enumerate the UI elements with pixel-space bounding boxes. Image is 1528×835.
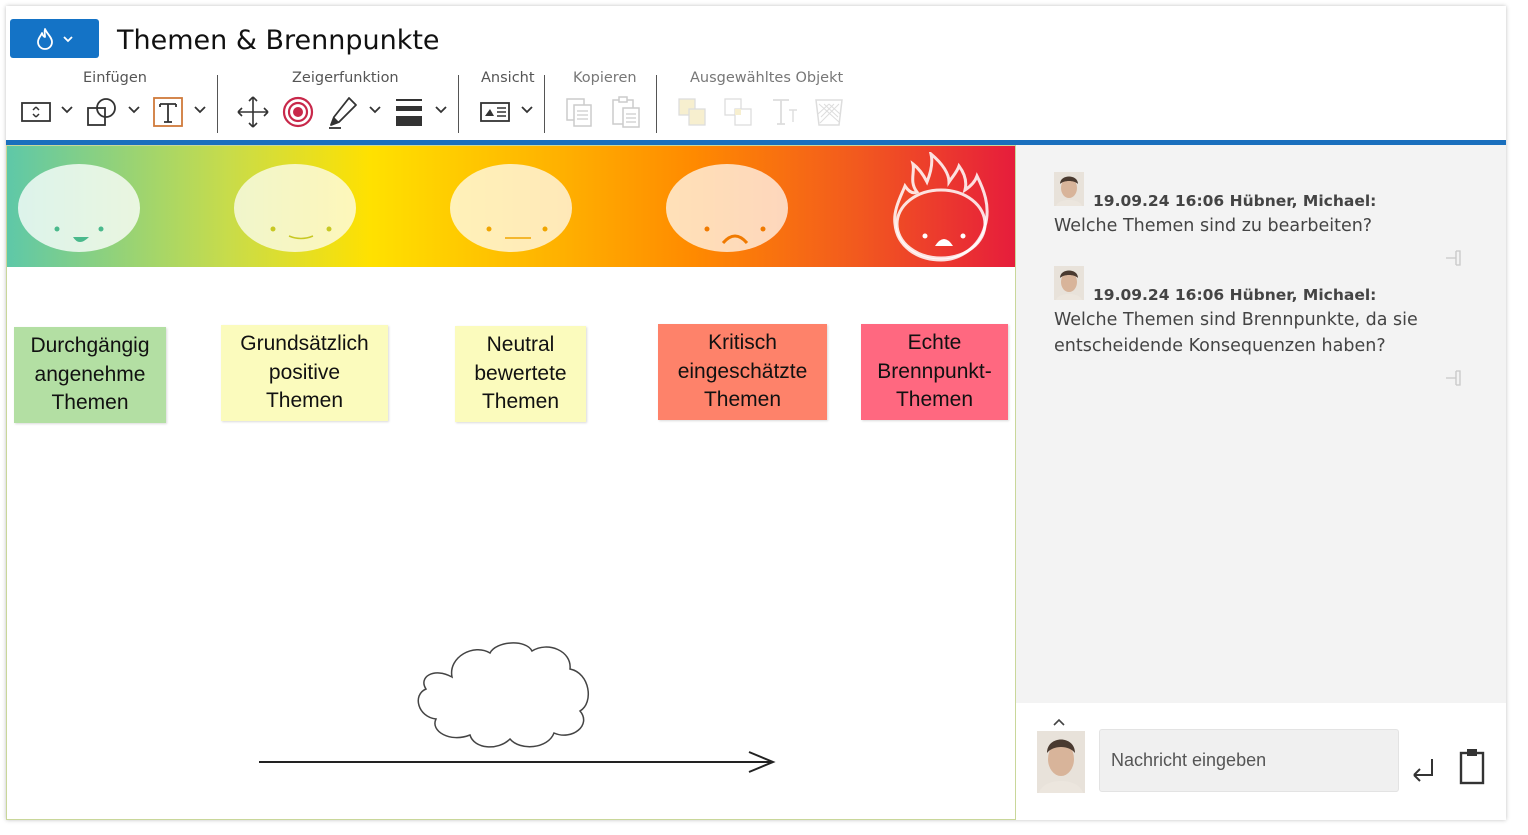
target-icon bbox=[282, 96, 314, 128]
sticky-note-orange[interactable]: Kritisch eingeschätzte Themen bbox=[658, 324, 827, 420]
chevron-down-icon[interactable] bbox=[193, 105, 207, 115]
send-back-icon bbox=[724, 98, 752, 126]
flame-icon bbox=[36, 27, 53, 50]
sticky-note-yellow[interactable]: Neutral bewertete Themen bbox=[455, 326, 586, 422]
ribbon-separator bbox=[458, 75, 459, 133]
happy-face-icon bbox=[18, 164, 140, 252]
group-label-copy: Kopieren bbox=[573, 70, 637, 86]
move-button[interactable] bbox=[235, 94, 271, 130]
chat-message-text: Welche Themen sind zu bearbeiten? bbox=[1054, 216, 1373, 236]
text-format-button[interactable] bbox=[767, 94, 801, 130]
content-face-icon bbox=[234, 164, 356, 252]
group-label-selected: Ausgewähltes Objekt bbox=[690, 70, 844, 86]
ribbon-separator bbox=[656, 75, 657, 133]
chat-message-meta: 19.09.24 16:06 Hübner, Michael: bbox=[1093, 286, 1377, 304]
bring-front-icon bbox=[678, 98, 706, 126]
line-weight-button[interactable] bbox=[392, 94, 426, 130]
laser-pointer-button[interactable] bbox=[281, 94, 315, 130]
avatar bbox=[1054, 266, 1084, 300]
chat-message-text: Welche Themen sind Brennpunkte, da sie e… bbox=[1054, 310, 1418, 356]
pen-icon bbox=[329, 97, 357, 129]
insert-frame-button[interactable] bbox=[18, 94, 54, 130]
copy-button[interactable] bbox=[562, 94, 596, 130]
chevron-up-icon[interactable] bbox=[1052, 717, 1066, 727]
chevron-down-icon[interactable] bbox=[368, 105, 382, 115]
sad-face-icon bbox=[666, 164, 788, 252]
chevron-down-icon bbox=[62, 35, 73, 42]
view-icon bbox=[480, 102, 510, 122]
chat-panel: 19.09.24 16:06 Hübner, Michael: Welche T… bbox=[1016, 145, 1506, 703]
text-button[interactable] bbox=[151, 94, 185, 130]
ribbon-separator bbox=[544, 75, 545, 133]
insert-frame-icon bbox=[21, 102, 51, 122]
shapes-button[interactable] bbox=[84, 94, 120, 130]
arrow-shape[interactable] bbox=[257, 750, 779, 774]
pin-icon[interactable] bbox=[1444, 368, 1464, 388]
text-icon bbox=[153, 97, 183, 127]
avatar bbox=[1054, 172, 1084, 206]
delete-button[interactable] bbox=[812, 94, 846, 130]
ribbon-separator bbox=[217, 75, 218, 133]
sticky-note-green[interactable]: Durchgängig angenehme Themen bbox=[14, 327, 166, 423]
chevron-down-icon[interactable] bbox=[60, 105, 74, 115]
message-input[interactable] bbox=[1099, 729, 1399, 792]
cloud-shape[interactable] bbox=[412, 639, 594, 751]
copy-icon bbox=[566, 98, 592, 127]
pin-icon[interactable] bbox=[1444, 248, 1464, 268]
group-label-insert: Einfügen bbox=[83, 70, 147, 86]
shapes-icon bbox=[87, 98, 116, 126]
chat-message-meta: 19.09.24 16:06 Hübner, Michael: bbox=[1093, 192, 1377, 210]
paste-button[interactable] bbox=[609, 94, 643, 130]
burning-face-icon bbox=[893, 152, 989, 262]
avatar bbox=[1037, 731, 1085, 793]
paste-icon bbox=[612, 96, 640, 128]
bring-to-front-button[interactable] bbox=[675, 94, 709, 130]
chevron-down-icon[interactable] bbox=[434, 105, 448, 115]
chevron-down-icon[interactable] bbox=[127, 105, 141, 115]
clipboard-icon[interactable] bbox=[1457, 747, 1487, 785]
page-title: Themen & Brennpunkte bbox=[117, 25, 440, 56]
whiteboard-app: Themen & Brennpunkte Einfügen Zeigerfunk… bbox=[6, 6, 1506, 820]
pen-button[interactable] bbox=[326, 94, 360, 130]
move-icon bbox=[237, 96, 269, 128]
app-menu-button[interactable] bbox=[10, 19, 99, 58]
view-button[interactable] bbox=[477, 94, 513, 130]
send-to-back-button[interactable] bbox=[721, 94, 755, 130]
line-weight-icon bbox=[396, 99, 422, 126]
group-label-pointer: Zeigerfunktion bbox=[292, 70, 399, 86]
text-format-icon bbox=[773, 99, 797, 125]
whiteboard-canvas[interactable]: Durchgängig angenehme Themen Grundsätzli… bbox=[6, 145, 1016, 820]
sticky-note-red[interactable]: Echte Brennpunkt- Themen bbox=[861, 324, 1008, 420]
group-label-view: Ansicht bbox=[481, 70, 535, 86]
neutral-face-icon bbox=[450, 164, 572, 252]
sticky-note-light-yellow[interactable]: Grundsätzlich positive Themen bbox=[221, 325, 388, 421]
chat-composer bbox=[1016, 703, 1506, 820]
delete-icon bbox=[815, 99, 843, 126]
send-icon[interactable] bbox=[1410, 755, 1436, 785]
chevron-down-icon[interactable] bbox=[520, 105, 534, 115]
